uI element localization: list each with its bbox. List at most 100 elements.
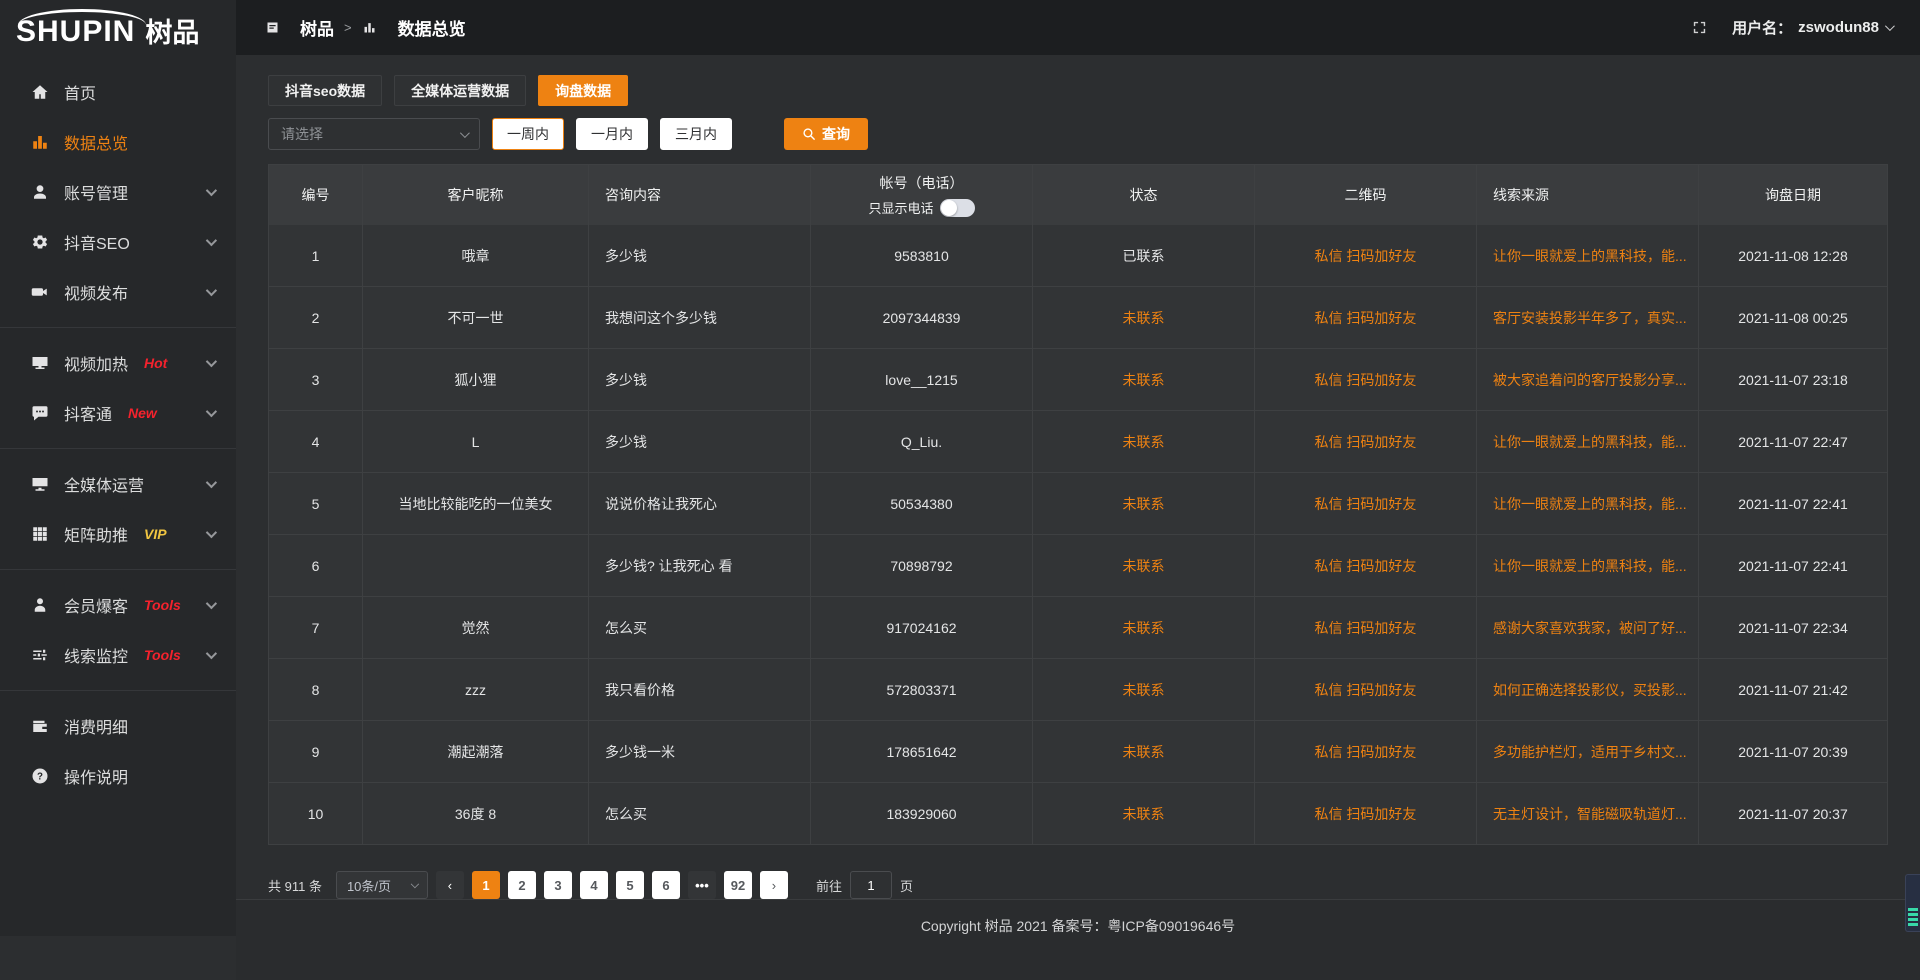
cell-nickname: L xyxy=(363,411,589,472)
cell-inquiry-date: 2021-11-07 23:18 xyxy=(1699,349,1887,410)
lead-source-link[interactable]: 让你一眼就爱上的黑科技，能... xyxy=(1477,411,1699,472)
sidebar-item-douyin-seo[interactable]: 抖音SEO xyxy=(0,217,236,267)
lead-source-link[interactable]: 让你一眼就爱上的黑科技，能... xyxy=(1477,473,1699,534)
sidebar-item-omnimedia-operation[interactable]: 全媒体运营 xyxy=(0,459,236,509)
corner-chat-widget[interactable] xyxy=(1905,874,1920,932)
qrcode-link[interactable]: 私信 扫码加好友 xyxy=(1255,535,1477,596)
tab-inquiry-data[interactable]: 询盘数据 xyxy=(538,75,628,106)
status-badge: 未联系 xyxy=(1033,597,1255,658)
page-size-select[interactable]: 10条/页 xyxy=(336,871,428,899)
user-icon xyxy=(30,182,50,202)
app-window: SHUPIN 树品 首页数据总览账号管理抖音SEO视频发布视频加热Hot抖客通N… xyxy=(0,0,1920,936)
period-buttons: 一周内一月内三月内 xyxy=(492,118,732,150)
username: zswodun88 xyxy=(1798,19,1879,36)
prev-page-button[interactable]: ‹ xyxy=(436,871,464,899)
qrcode-link[interactable]: 私信 扫码加好友 xyxy=(1255,659,1477,720)
lead-source-link[interactable]: 多功能护栏灯，适用于乡村文... xyxy=(1477,721,1699,782)
page-button-92[interactable]: 92 xyxy=(724,871,752,899)
period-button-quarter[interactable]: 三月内 xyxy=(660,118,732,150)
page-button-1[interactable]: 1 xyxy=(472,871,500,899)
qrcode-link[interactable]: 私信 扫码加好友 xyxy=(1255,597,1477,658)
sidebar-item-account-management[interactable]: 账号管理 xyxy=(0,167,236,217)
page-button-6[interactable]: 6 xyxy=(652,871,680,899)
cell-inquiry-content: 多少钱 xyxy=(589,225,811,286)
sidebar-item-home[interactable]: 首页 xyxy=(0,67,236,117)
query-button[interactable]: 查询 xyxy=(784,118,868,150)
status-badge: 未联系 xyxy=(1033,659,1255,720)
cell-inquiry-date: 2021-11-07 21:42 xyxy=(1699,659,1887,720)
qrcode-link[interactable]: 私信 扫码加好友 xyxy=(1255,349,1477,410)
lead-source-link[interactable]: 感谢大家喜欢我家，被问了好... xyxy=(1477,597,1699,658)
period-button-month[interactable]: 一月内 xyxy=(576,118,648,150)
logo-brand-cn: 树品 xyxy=(145,5,199,50)
lead-source-link[interactable]: 被大家追着问的客厅投影分享... xyxy=(1477,349,1699,410)
table-body: 1哦章多少钱9583810已联系私信 扫码加好友让你一眼就爱上的黑科技，能...… xyxy=(269,225,1887,844)
qrcode-link[interactable]: 私信 扫码加好友 xyxy=(1255,473,1477,534)
tab-douyin-seo-data[interactable]: 抖音seo数据 xyxy=(268,75,382,106)
lead-source-link[interactable]: 客厅安装投影半年多了，真实... xyxy=(1477,287,1699,348)
page-button-5[interactable]: 5 xyxy=(616,871,644,899)
table-row: 3狐小狸多少钱love__1215未联系私信 扫码加好友被大家追着问的客厅投影分… xyxy=(269,348,1887,410)
tab-omnimedia-data[interactable]: 全媒体运营数据 xyxy=(394,75,526,106)
qrcode-link[interactable]: 私信 扫码加好友 xyxy=(1255,411,1477,472)
phone-only-toggle[interactable] xyxy=(940,199,975,217)
chat-icon xyxy=(30,403,50,423)
page-button-2[interactable]: 2 xyxy=(508,871,536,899)
period-button-week[interactable]: 一周内 xyxy=(492,118,564,150)
lead-source-link[interactable]: 让你一眼就爱上的黑科技，能... xyxy=(1477,225,1699,286)
goto-page-input[interactable] xyxy=(850,871,892,899)
sidebar: SHUPIN 树品 首页数据总览账号管理抖音SEO视频发布视频加热Hot抖客通N… xyxy=(0,0,236,936)
cell-inquiry-date: 2021-11-07 22:34 xyxy=(1699,597,1887,658)
sidebar-item-label: 首页 xyxy=(64,80,96,104)
page-button-3[interactable]: 3 xyxy=(544,871,572,899)
sidebar-item-video-heating[interactable]: 视频加热Hot xyxy=(0,338,236,388)
user-dropdown[interactable]: 用户名：zswodun88 xyxy=(1732,17,1892,38)
cell-account: 917024162 xyxy=(811,597,1033,658)
next-page-button[interactable]: › xyxy=(760,871,788,899)
cell-inquiry-content: 多少钱一米 xyxy=(589,721,811,782)
qrcode-link[interactable]: 私信 扫码加好友 xyxy=(1255,783,1477,844)
sidebar-item-doukertong[interactable]: 抖客通New xyxy=(0,388,236,438)
qrcode-link[interactable]: 私信 扫码加好友 xyxy=(1255,287,1477,348)
fullscreen-icon[interactable] xyxy=(1691,19,1708,36)
chevron-down-icon xyxy=(206,598,217,609)
phone-only-label: 只显示电话 xyxy=(868,198,933,217)
sidebar-item-member-baoke[interactable]: 会员爆客Tools xyxy=(0,580,236,630)
cell-number: 2 xyxy=(269,287,363,348)
chevron-down-icon xyxy=(1885,21,1895,31)
header-date: 询盘日期 xyxy=(1699,165,1887,225)
cell-inquiry-date: 2021-11-07 22:41 xyxy=(1699,535,1887,596)
qrcode-link[interactable]: 私信 扫码加好友 xyxy=(1255,225,1477,286)
question-icon: ? xyxy=(30,766,50,786)
sidebar-divider xyxy=(0,569,236,570)
breadcrumb-current: 数据总览 xyxy=(362,15,466,40)
lead-source-link[interactable]: 无主灯设计，智能磁吸轨道灯... xyxy=(1477,783,1699,844)
inquiry-table: 编号 客户昵称 咨询内容 帐号（电话） 只显示电话 状态 二维码 线索来源 询盘… xyxy=(268,164,1888,845)
chevron-down-icon xyxy=(206,527,217,538)
sidebar-item-lead-monitoring[interactable]: 线索监控Tools xyxy=(0,630,236,680)
sidebar-item-consumption-details[interactable]: 消费明细 xyxy=(0,701,236,751)
breadcrumb-home[interactable]: 树品 xyxy=(264,15,334,40)
lead-source-link[interactable]: 如何正确选择投影仪，买投影... xyxy=(1477,659,1699,720)
topbar: 树品 > 数据总览 用户名：zswodun88 xyxy=(236,0,1920,55)
cell-inquiry-content: 多少钱 xyxy=(589,349,811,410)
sidebar-item-operation-guide[interactable]: ?操作说明 xyxy=(0,751,236,801)
cell-inquiry-content: 我想问这个多少钱 xyxy=(589,287,811,348)
qrcode-link[interactable]: 私信 扫码加好友 xyxy=(1255,721,1477,782)
content: 抖音seo数据全媒体运营数据询盘数据 请选择 一周内一月内三月内 查询 编号 xyxy=(236,55,1920,899)
page-button-4[interactable]: 4 xyxy=(580,871,608,899)
sidebar-item-matrix-boost[interactable]: 矩阵助推VIP xyxy=(0,509,236,559)
data-tabs: 抖音seo数据全媒体运营数据询盘数据 xyxy=(268,75,1888,106)
status-badge: 未联系 xyxy=(1033,783,1255,844)
account-select[interactable]: 请选择 xyxy=(268,118,480,150)
cell-nickname: 狐小狸 xyxy=(363,349,589,410)
cell-nickname: 当地比较能吃的一位美女 xyxy=(363,473,589,534)
sidebar-item-video-publish[interactable]: 视频发布 xyxy=(0,267,236,317)
more-pages-button[interactable]: ••• xyxy=(688,871,716,899)
cell-account: love__1215 xyxy=(811,349,1033,410)
lead-source-link[interactable]: 让你一眼就爱上的黑科技，能... xyxy=(1477,535,1699,596)
copyright-text: Copyright 树品 2021 备案号：粤ICP备09019646号 xyxy=(921,916,1235,980)
header-source: 线索来源 xyxy=(1477,165,1699,225)
cell-inquiry-date: 2021-11-08 12:28 xyxy=(1699,225,1887,286)
sidebar-item-data-overview[interactable]: 数据总览 xyxy=(0,117,236,167)
